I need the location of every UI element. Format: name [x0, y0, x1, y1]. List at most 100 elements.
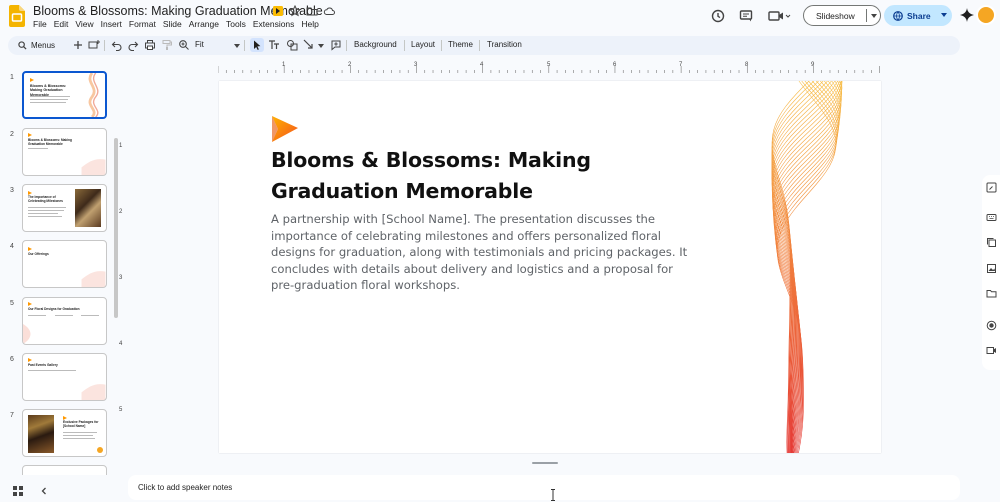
ruler-label: 4	[119, 341, 123, 347]
slide-thumbnail-2[interactable]: Blooms & Blossoms: Making Graduation Mem…	[22, 128, 107, 176]
undo-icon[interactable]	[111, 39, 123, 51]
title-bar: Blooms & Blossoms: Making Graduation Mem…	[0, 0, 1000, 34]
chevron-down-icon[interactable]	[871, 14, 877, 18]
search-menus-label: Menus	[31, 41, 56, 50]
toolbar-divider	[479, 40, 480, 51]
thumb-text-line	[28, 148, 48, 149]
slide-canvas[interactable]: Blooms & Blossoms: Making Graduation Mem…	[219, 81, 881, 453]
zoom-icon[interactable]	[178, 39, 190, 51]
chevron-left-icon[interactable]	[38, 485, 50, 497]
ruler-label: 8	[745, 62, 749, 68]
menu-slide[interactable]: Slide	[163, 19, 182, 29]
thumb-wave-graphic	[81, 384, 106, 400]
menu-insert[interactable]: Insert	[101, 19, 122, 29]
slide-thumbnail-5[interactable]: Our Floral Designs for Graduation	[22, 297, 107, 345]
menu-edit[interactable]: Edit	[54, 19, 69, 29]
slide-thumbnail-8[interactable]	[22, 465, 107, 475]
slide-thumbnail-6[interactable]: Past Events Gallery	[22, 353, 107, 401]
thumb-text-line	[63, 432, 97, 433]
wave-line	[774, 81, 840, 453]
copy-icon[interactable]	[986, 237, 997, 248]
ruler-label: 2	[348, 62, 352, 68]
share-button[interactable]: Share	[884, 5, 952, 26]
thumb-title: Our Floral Designs for Graduation	[28, 307, 80, 311]
slide-number: 7	[10, 412, 14, 419]
toolbar-divider	[244, 40, 245, 51]
ruler-label: 2	[119, 209, 123, 215]
line-icon[interactable]	[303, 39, 315, 51]
slide-thumbnail-4[interactable]: Our Offerings	[22, 240, 107, 288]
wave-line	[773, 81, 841, 453]
thumb-text-line	[30, 102, 66, 103]
paint-format-icon[interactable]	[161, 39, 173, 51]
print-icon[interactable]	[144, 39, 156, 51]
menu-file[interactable]: File	[33, 19, 47, 29]
shape-icon[interactable]	[286, 39, 298, 51]
slide-number: 1	[10, 74, 14, 81]
comments-icon[interactable]	[738, 8, 754, 24]
image-icon[interactable]	[986, 263, 997, 274]
menu-view[interactable]: View	[75, 19, 93, 29]
zoom-chevron-down-icon[interactable]	[234, 44, 240, 48]
globe-icon	[893, 10, 903, 21]
new-slide-layout-icon[interactable]	[88, 39, 100, 51]
menu-extensions[interactable]: Extensions	[253, 19, 295, 29]
menu-tools[interactable]: Tools	[226, 19, 246, 29]
transition-button[interactable]: Transition	[487, 40, 522, 49]
folder-icon[interactable]	[986, 288, 997, 299]
slide-subtitle[interactable]: A partnership with [School Name]. The pr…	[271, 211, 691, 294]
gemini-badge-icon[interactable]	[272, 5, 284, 17]
thumb-wave-graphic	[81, 271, 106, 287]
background-button[interactable]: Background	[354, 40, 397, 49]
move-folder-icon[interactable]	[306, 5, 318, 17]
speaker-notes-placeholder[interactable]: Click to add speaker notes	[138, 483, 232, 492]
thumb-wave-graphic	[23, 324, 31, 344]
thumb-photo	[75, 189, 101, 227]
menu-help[interactable]: Help	[301, 19, 318, 29]
slide-thumbnail-1[interactable]: Blooms & Blossoms: Making Graduation Mem…	[22, 71, 107, 119]
zoom-level[interactable]: Fit	[195, 40, 204, 49]
video-edit-icon[interactable]	[986, 345, 997, 356]
new-slide-plus-icon[interactable]	[72, 39, 84, 51]
slide-thumbnail-7[interactable]: Exclusive Packages for [School Name]	[22, 409, 107, 457]
line-chevron-down-icon[interactable]	[318, 44, 324, 48]
gemini-sparkle-icon[interactable]	[960, 8, 974, 22]
thumb-title: The Importance of Celebrating Milestones	[28, 195, 63, 203]
slide-thumbnail-3[interactable]: The Importance of Celebrating Milestones	[22, 184, 107, 232]
redo-icon[interactable]	[127, 39, 139, 51]
play-logo-icon	[272, 116, 298, 142]
text-box-icon[interactable]	[268, 39, 280, 51]
ruler-label: 4	[480, 62, 484, 68]
share-chevron-down-icon[interactable]	[941, 13, 947, 17]
speaker-notes[interactable]: Click to add speaker notes	[128, 475, 960, 500]
star-icon[interactable]	[289, 5, 301, 17]
avatar[interactable]	[976, 5, 996, 25]
notes-resize-handle[interactable]	[532, 462, 558, 464]
menu-format[interactable]: Format	[129, 19, 156, 29]
search-menus[interactable]: Menus	[13, 38, 71, 53]
explore-icon[interactable]	[986, 182, 997, 193]
vertical-ruler: 1 2 3 4 5	[117, 81, 127, 453]
thumb-text-line	[28, 216, 62, 217]
thumb-logo-icon	[28, 133, 32, 137]
keyboard-icon[interactable]	[986, 212, 997, 223]
filmstrip: 1 Blooms & Blossoms: Making Graduation M…	[0, 63, 122, 475]
thumb-logo-icon	[28, 302, 32, 306]
meet-camera-icon[interactable]	[767, 8, 791, 24]
select-cursor-icon[interactable]	[250, 38, 264, 52]
slides-logo-icon[interactable]	[9, 5, 25, 27]
record-icon[interactable]	[986, 320, 997, 331]
layout-button[interactable]: Layout	[411, 40, 435, 49]
share-label: Share	[907, 10, 931, 21]
theme-button[interactable]: Theme	[448, 40, 473, 49]
slideshow-button[interactable]: Slideshow	[803, 5, 881, 26]
cloud-status-icon[interactable]	[323, 5, 335, 17]
comment-add-icon[interactable]	[330, 39, 342, 51]
history-icon[interactable]	[710, 8, 726, 24]
grid-view-icon[interactable]	[12, 485, 24, 497]
thumb-text-line	[63, 438, 95, 439]
slide-title[interactable]: Blooms & Blossoms: Making Graduation Mem…	[271, 145, 711, 207]
thumb-wave-graphic	[81, 159, 106, 175]
menu-arrange[interactable]: Arrange	[189, 19, 219, 29]
thumb-text-line	[63, 435, 93, 436]
